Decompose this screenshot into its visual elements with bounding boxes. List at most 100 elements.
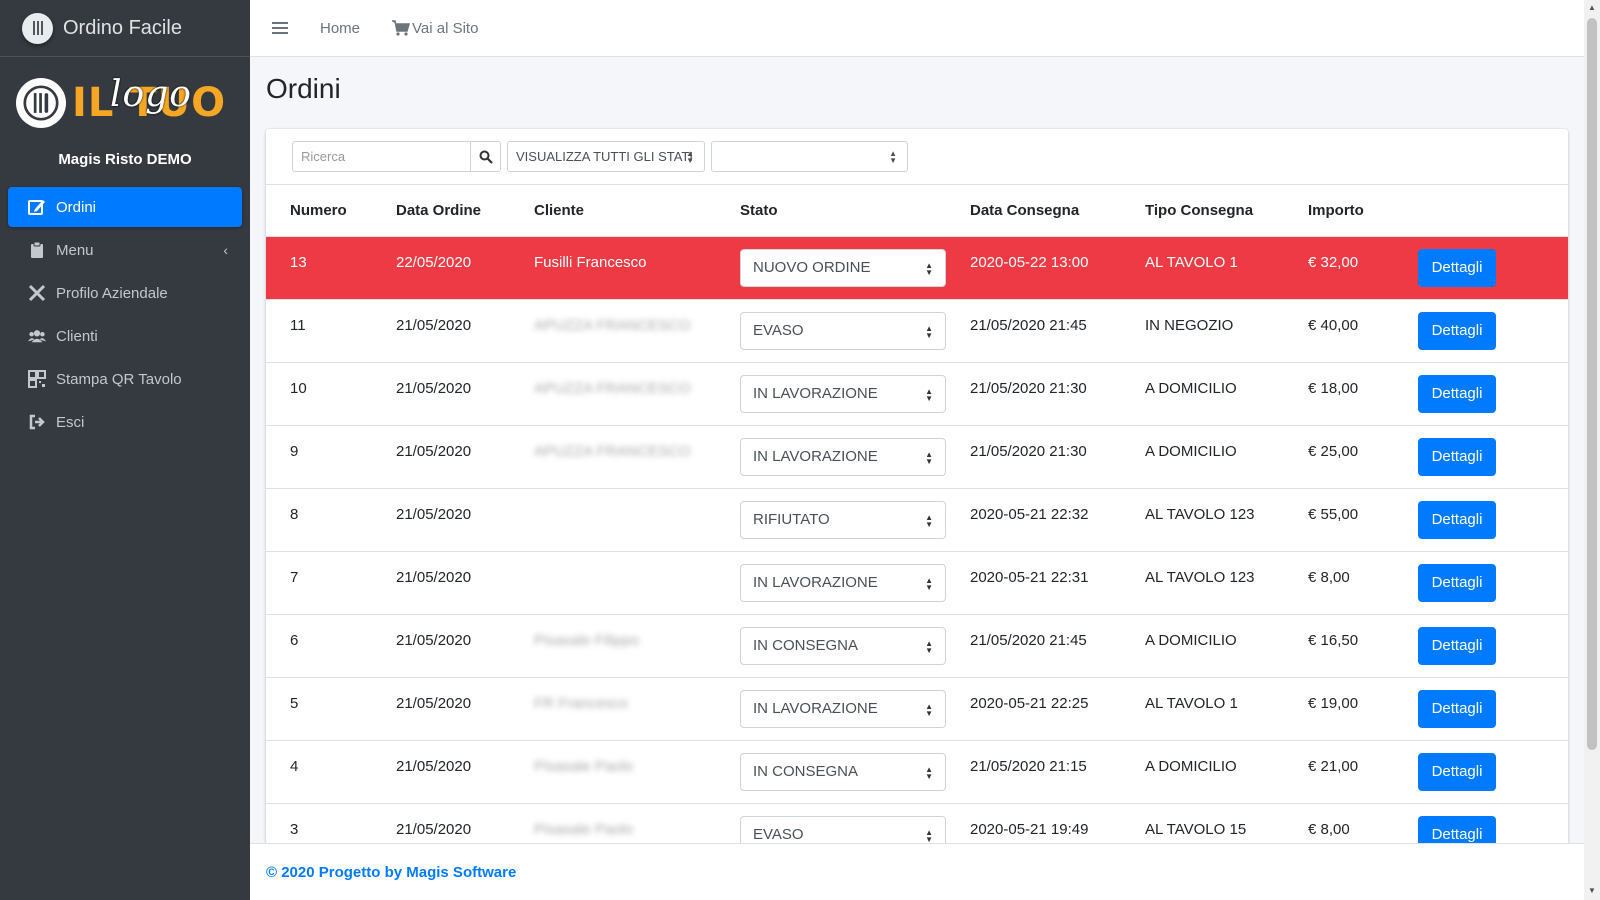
- cell-data-ordine: 21/05/2020: [372, 299, 510, 363]
- cell-cliente: APUZZA FRANCESCO: [510, 299, 716, 363]
- details-button[interactable]: Dettagli: [1418, 500, 1496, 539]
- details-button[interactable]: Dettagli: [1418, 752, 1496, 791]
- details-button[interactable]: Dettagli: [1418, 563, 1496, 602]
- table-row: 8 21/05/2020 RIFIUTATO ▲ ▼ 2020-05-21 22:3…: [266, 488, 1568, 552]
- cell-importo: € 55,00: [1284, 488, 1388, 552]
- cell-data-consegna: 2020-05-22 13:00: [946, 236, 1121, 300]
- column-header-numero[interactable]: Numero: [266, 185, 372, 237]
- order-state-select[interactable]: IN CONSEGNA ▲ ▼: [740, 626, 946, 665]
- cell-actions: Dettagli: [1388, 677, 1568, 741]
- status-filter-value: VISUALIZZA TUTTI GLI STATI: [516, 149, 693, 164]
- sidebar-item-esci[interactable]: Esci: [8, 402, 242, 442]
- details-button[interactable]: Dettagli: [1418, 626, 1496, 665]
- select-caret-icon: ▲ ▼: [925, 449, 933, 466]
- order-state-select[interactable]: EVASO ▲ ▼: [740, 815, 946, 845]
- details-button[interactable]: Dettagli: [1418, 437, 1496, 476]
- cell-data-consegna: 2020-05-21 22:31: [946, 551, 1121, 615]
- sidebar: Ordino Facile IL TUO logo Magis Risto DE…: [0, 0, 250, 900]
- order-state-select[interactable]: IN LAVORAZIONE ▲ ▼: [740, 437, 946, 476]
- column-header-importo[interactable]: Importo: [1284, 185, 1388, 237]
- select-caret-icon: ▲ ▼: [925, 575, 933, 592]
- main-content: Ordini VISUALIZZA TUTTI GLI STATI ▲▼ ▲▼: [250, 57, 1584, 845]
- cell-data-ordine: 21/05/2020: [372, 551, 510, 615]
- cell-actions: Dettagli: [1388, 551, 1568, 615]
- cell-actions: Dettagli: [1388, 488, 1568, 552]
- details-button[interactable]: Dettagli: [1418, 689, 1496, 728]
- cell-cliente: [510, 488, 716, 552]
- cell-data-consegna: 2020-05-21 22:32: [946, 488, 1121, 552]
- brand-link[interactable]: Ordino Facile: [0, 0, 250, 57]
- order-state-value: EVASO: [753, 826, 804, 843]
- order-state-select[interactable]: RIFIUTATO ▲ ▼: [740, 500, 946, 539]
- sidebar-item-profilo-aziendale[interactable]: Profilo Aziendale: [8, 273, 242, 313]
- order-state-select[interactable]: IN LAVORAZIONE ▲ ▼: [740, 689, 946, 728]
- cell-actions: Dettagli: [1388, 803, 1568, 845]
- column-header-tipo-consegna[interactable]: Tipo Consegna: [1121, 185, 1284, 237]
- cell-cliente: Pisasale Filippo: [510, 614, 716, 678]
- footer: © 2020 Progetto by Magis Software: [250, 843, 1584, 900]
- cell-cliente: Pisasale Paolo: [510, 803, 716, 845]
- sidebar-item-label: Ordini: [56, 198, 97, 216]
- cell-importo: € 19,00: [1284, 677, 1388, 741]
- hamburger-menu-icon[interactable]: [272, 22, 288, 34]
- cell-data-ordine: 21/05/2020: [372, 740, 510, 804]
- order-state-select[interactable]: IN LAVORAZIONE ▲ ▼: [740, 563, 946, 602]
- qrcode-icon: [26, 370, 48, 388]
- table-row: 3 21/05/2020 Pisasale Paolo EVASO ▲ ▼ 2020…: [266, 803, 1568, 845]
- cell-numero: 11: [266, 299, 372, 363]
- scroll-down-arrow-icon[interactable]: ▼: [1588, 886, 1596, 895]
- orders-table-body: 13 22/05/2020 Fusilli Francesco NUOVO OR…: [266, 236, 1568, 845]
- table-row: 7 21/05/2020 IN LAVORAZIONE ▲ ▼ 2020-05-21…: [266, 551, 1568, 615]
- shopping-cart-icon: [392, 20, 411, 36]
- search-button[interactable]: [470, 141, 501, 172]
- details-button[interactable]: Dettagli: [1418, 374, 1496, 413]
- page-scrollbar[interactable]: ▲ ▼: [1584, 0, 1600, 900]
- sidebar-item-menu[interactable]: Menu ‹: [8, 230, 242, 270]
- users-icon: [26, 327, 48, 345]
- scrollbar-thumb[interactable]: [1587, 18, 1597, 750]
- top-navbar: Home Vai al Sito: [250, 0, 1584, 57]
- scroll-up-arrow-icon[interactable]: ▲: [1588, 3, 1596, 12]
- cell-data-consegna: 21/05/2020 21:45: [946, 299, 1121, 363]
- column-header-cliente[interactable]: Cliente: [510, 185, 716, 237]
- cell-stato: NUOVO ORDINE ▲ ▼: [716, 236, 946, 300]
- secondary-filter-select[interactable]: ▲ ▼: [711, 141, 908, 172]
- order-state-select[interactable]: NUOVO ORDINE ▲ ▼: [740, 248, 946, 287]
- cell-numero: 3: [266, 803, 372, 845]
- column-header-data-ordine[interactable]: Data Ordine: [372, 185, 510, 237]
- table-row: 9 21/05/2020 APUZZA FRANCESCO IN LAVORAZ…: [266, 425, 1568, 489]
- cell-importo: € 21,00: [1284, 740, 1388, 804]
- cell-tipo-consegna: AL TAVOLO 123: [1121, 551, 1284, 615]
- order-state-select[interactable]: EVASO ▲ ▼: [740, 311, 946, 350]
- sidebar-item-ordini[interactable]: Ordini: [8, 187, 242, 227]
- orders-table: Numero Data Ordine Cliente Stato Data Co…: [266, 185, 1568, 845]
- cell-stato: IN LAVORAZIONE ▲ ▼: [716, 362, 946, 426]
- details-button[interactable]: Dettagli: [1418, 248, 1496, 287]
- table-row: 5 21/05/2020 FR Francesco IN LAVORAZIONE…: [266, 677, 1568, 741]
- column-header-data-consegna[interactable]: Data Consegna: [946, 185, 1121, 237]
- cell-tipo-consegna: AL TAVOLO 1: [1121, 236, 1284, 300]
- status-filter-select[interactable]: VISUALIZZA TUTTI GLI STATI ▲ ▼: [507, 141, 705, 172]
- cell-tipo-consegna: IN NEGOZIO: [1121, 299, 1284, 363]
- footer-credit-link[interactable]: © 2020 Progetto by Magis Software: [266, 864, 516, 881]
- order-state-value: EVASO: [753, 322, 804, 339]
- order-state-value: IN CONSEGNA: [753, 763, 859, 780]
- home-link[interactable]: Home: [320, 20, 360, 37]
- table-row: 13 22/05/2020 Fusilli Francesco NUOVO OR…: [266, 236, 1568, 300]
- sidebar-item-clienti[interactable]: Clienti: [8, 316, 242, 356]
- table-header-row: Numero Data Ordine Cliente Stato Data Co…: [266, 185, 1568, 237]
- search-icon: [479, 150, 493, 164]
- tools-icon: [26, 284, 48, 302]
- visit-site-link[interactable]: Vai al Sito: [392, 20, 478, 37]
- details-button[interactable]: Dettagli: [1418, 311, 1496, 350]
- select-caret-icon: ▲ ▼: [925, 260, 933, 277]
- search-input[interactable]: [292, 141, 470, 172]
- sidebar-item-label: Stampa QR Tavolo: [56, 370, 182, 388]
- column-header-stato[interactable]: Stato: [716, 185, 946, 237]
- sidebar-item-stampa-qr-tavolo[interactable]: Stampa QR Tavolo: [8, 359, 242, 399]
- order-state-select[interactable]: IN CONSEGNA ▲ ▼: [740, 752, 946, 791]
- select-caret-icon: ▲ ▼: [925, 638, 933, 655]
- details-button[interactable]: Dettagli: [1418, 815, 1496, 845]
- cell-cliente: Pisasale Paolo: [510, 740, 716, 804]
- order-state-select[interactable]: IN LAVORAZIONE ▲ ▼: [740, 374, 946, 413]
